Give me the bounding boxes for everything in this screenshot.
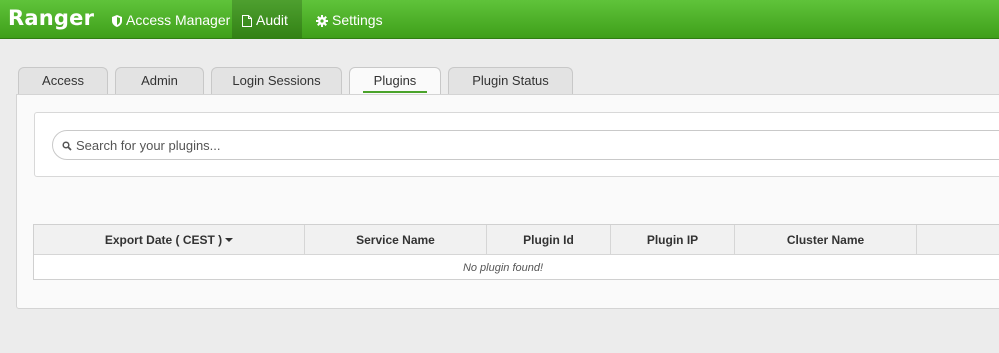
table-header: Export Date ( CEST ) Service Name Plugin…	[34, 225, 999, 255]
tab-plugin-status-label: Plugin Status	[472, 73, 549, 88]
active-tab-underline	[363, 91, 427, 93]
tab-login-sessions[interactable]: Login Sessions	[211, 67, 342, 95]
search-input[interactable]	[76, 136, 976, 154]
nav-settings-label: Settings	[332, 12, 383, 28]
column-plugin-id-label: Plugin Id	[523, 233, 574, 247]
column-h-truncated[interactable]: H	[917, 225, 999, 255]
plugins-panel: Export Date ( CEST ) Service Name Plugin…	[16, 94, 999, 309]
column-plugin-ip-label: Plugin IP	[646, 233, 699, 247]
tab-admin[interactable]: Admin	[115, 67, 204, 95]
top-navbar: Ranger Access Manager Audit Settings	[0, 0, 999, 39]
nav-access-manager-label: Access Manager	[126, 12, 231, 28]
gear-icon	[316, 15, 328, 27]
column-cluster-name[interactable]: Cluster Name	[735, 225, 917, 255]
search-field[interactable]	[52, 130, 999, 160]
column-plugin-ip[interactable]: Plugin IP	[611, 225, 735, 255]
column-service-name-label: Service Name	[356, 233, 435, 247]
shield-icon	[112, 15, 122, 27]
column-service-name[interactable]: Service Name	[305, 225, 487, 255]
tab-plugin-status[interactable]: Plugin Status	[448, 67, 573, 95]
column-cluster-name-label: Cluster Name	[786, 233, 865, 247]
nav-access-manager[interactable]: Access Manager	[102, 0, 240, 38]
tab-login-sessions-label: Login Sessions	[232, 73, 321, 88]
column-plugin-id[interactable]: Plugin Id	[487, 225, 611, 255]
plugins-table: Export Date ( CEST ) Service Name Plugin…	[33, 224, 999, 280]
tab-admin-label: Admin	[141, 73, 178, 88]
sort-desc-icon	[225, 238, 234, 242]
nav-audit[interactable]: Audit	[232, 0, 302, 38]
nav-audit-label: Audit	[256, 12, 288, 28]
tab-access[interactable]: Access	[18, 67, 108, 95]
tab-plugins[interactable]: Plugins	[349, 67, 441, 96]
tab-plugins-label: Plugins	[373, 73, 417, 88]
column-export-date[interactable]: Export Date ( CEST )	[34, 225, 305, 255]
search-icon	[62, 141, 72, 151]
search-container	[34, 112, 999, 177]
file-icon	[242, 15, 252, 27]
tab-access-label: Access	[42, 73, 84, 88]
column-export-date-label: Export Date ( CEST )	[104, 233, 223, 247]
empty-table-message: No plugin found!	[462, 262, 544, 274]
brand-logo[interactable]: Ranger	[8, 6, 94, 30]
nav-settings[interactable]: Settings	[306, 0, 393, 38]
